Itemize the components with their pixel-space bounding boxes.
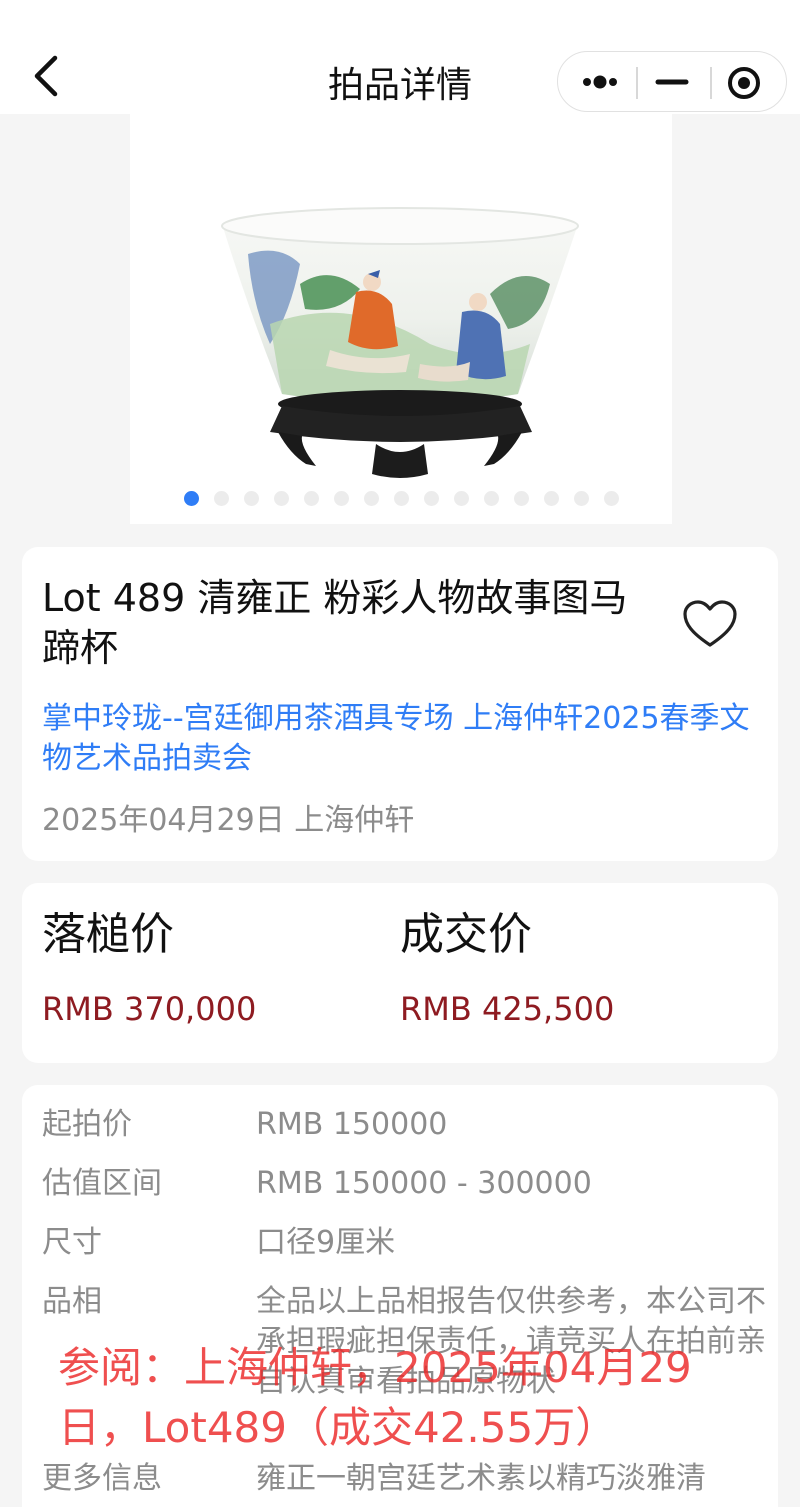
carousel-dot[interactable] — [393, 491, 409, 506]
carousel-dot[interactable] — [543, 491, 559, 506]
carousel-dot[interactable] — [333, 491, 349, 506]
nav-bar: 拍品详情 — [0, 0, 800, 114]
carousel-dot[interactable] — [513, 491, 529, 506]
lot-image-carousel[interactable] — [130, 114, 672, 524]
carousel-dot[interactable] — [213, 491, 229, 506]
detail-key: 估值区间 — [42, 1166, 162, 1201]
close-target-icon — [728, 67, 760, 99]
carousel-dot[interactable] — [423, 491, 439, 506]
more-dots-icon — [583, 75, 617, 89]
carousel-dot[interactable] — [573, 491, 589, 506]
detail-value: RMB 150000 — [256, 1107, 448, 1142]
porcelain-cup-image[interactable] — [130, 114, 672, 494]
reference-overlay-text: 参阅：上海仲轩，2025年04月29日，Lot489（成交42.55万） — [58, 1343, 692, 1452]
favorite-button[interactable] — [682, 599, 738, 651]
carousel-dot[interactable] — [183, 491, 199, 506]
lot-title: Lot 489 清雍正 粉彩人物故事图马蹄杯 — [42, 576, 628, 670]
hammer-price-block: 落槌价 RMB 370,000 — [42, 905, 256, 1029]
carousel-dot[interactable] — [483, 491, 499, 506]
auction-session-link[interactable]: 掌中玲珑--宫廷御用茶酒具专场 上海仲轩2025春季文物艺术品拍卖会 — [42, 699, 762, 779]
carousel-dot[interactable] — [363, 491, 379, 506]
carousel-indicator[interactable] — [130, 491, 672, 506]
final-price-label: 成交价 — [400, 909, 532, 960]
minimize-icon — [655, 79, 689, 85]
detail-value: 雍正一朝宫廷艺术素以精巧淡雅清 — [256, 1461, 706, 1496]
close-button[interactable] — [712, 52, 786, 110]
final-price-block: 成交价 RMB 425,500 — [400, 905, 614, 1029]
lot-info-card: Lot 489 清雍正 粉彩人物故事图马蹄杯 掌中玲珑--宫廷御用茶酒具专场 上… — [22, 547, 778, 861]
mini-program-capsule — [557, 51, 787, 112]
detail-key: 品相 — [42, 1284, 102, 1319]
auction-date-house: 2025年04月29日 上海仲轩 — [42, 803, 415, 838]
carousel-dot[interactable] — [453, 491, 469, 506]
detail-key: 更多信息 — [42, 1461, 162, 1496]
carousel-dot[interactable] — [273, 491, 289, 506]
detail-key: 尺寸 — [42, 1225, 102, 1260]
minimize-button[interactable] — [638, 52, 708, 110]
hammer-price-value: RMB 370,000 — [42, 990, 257, 1028]
detail-value: RMB 150000 - 300000 — [256, 1166, 592, 1201]
heart-outline-icon — [683, 600, 737, 647]
more-button[interactable] — [558, 52, 636, 110]
detail-key: 起拍价 — [42, 1107, 132, 1142]
carousel-dot[interactable] — [303, 491, 319, 506]
price-card: 落槌价 RMB 370,000 成交价 RMB 425,500 — [22, 883, 778, 1063]
final-price-value: RMB 425,500 — [400, 990, 615, 1028]
hammer-price-label: 落槌价 — [42, 909, 174, 960]
carousel-dot[interactable] — [243, 491, 259, 506]
detail-value: 口径9厘米 — [256, 1225, 396, 1260]
carousel-dot[interactable] — [603, 491, 619, 506]
